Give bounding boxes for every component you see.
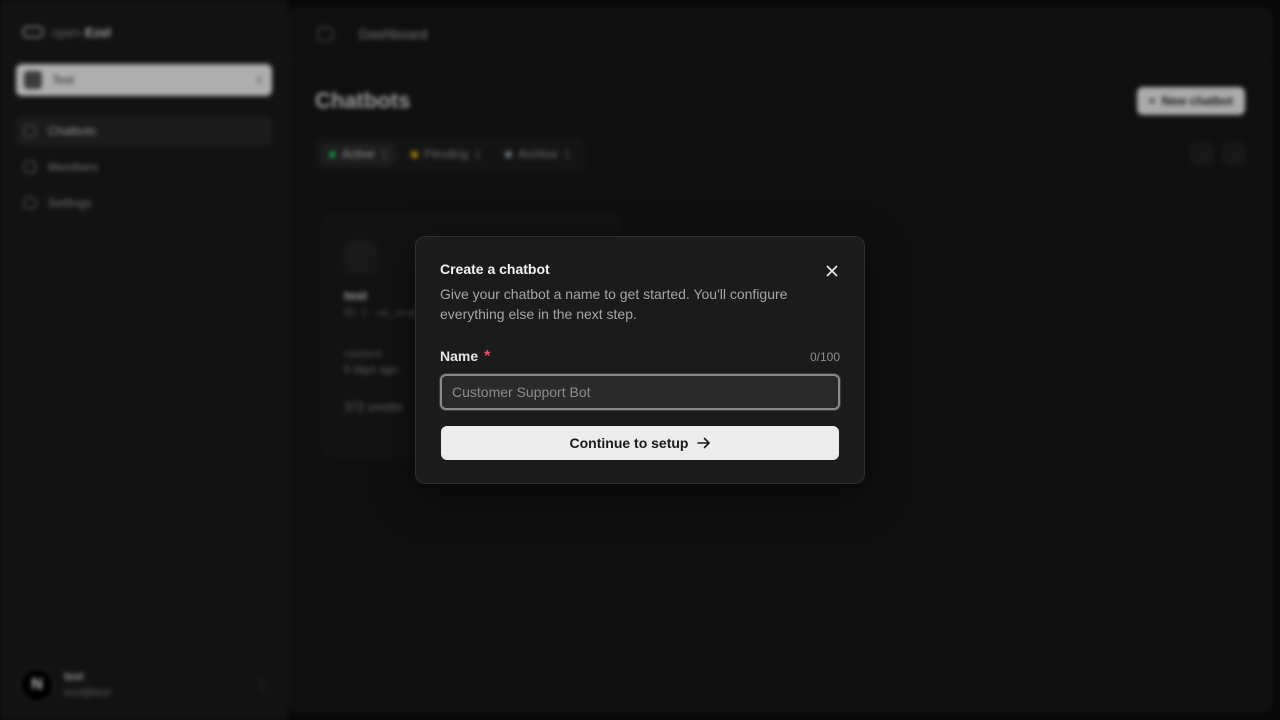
continue-to-setup-button[interactable]: Continue to setup [441, 426, 839, 460]
continue-label: Continue to setup [569, 435, 689, 451]
character-counter: 0/100 [809, 350, 840, 364]
name-field-header: Name * 0/100 [440, 348, 840, 366]
dialog-description: Give your chatbot a name to get started.… [440, 286, 788, 322]
dialog-title: Create a chatbot [440, 261, 550, 277]
name-label-text: Name [440, 348, 479, 364]
close-button[interactable] [822, 261, 842, 281]
close-icon [826, 265, 838, 277]
name-input[interactable] [440, 374, 840, 410]
create-chatbot-dialog: Create a chatbot Give your chatbot a nam… [415, 236, 865, 484]
required-mark: * [484, 348, 491, 365]
arrow-right-icon [696, 437, 710, 449]
name-label: Name * [440, 348, 490, 366]
